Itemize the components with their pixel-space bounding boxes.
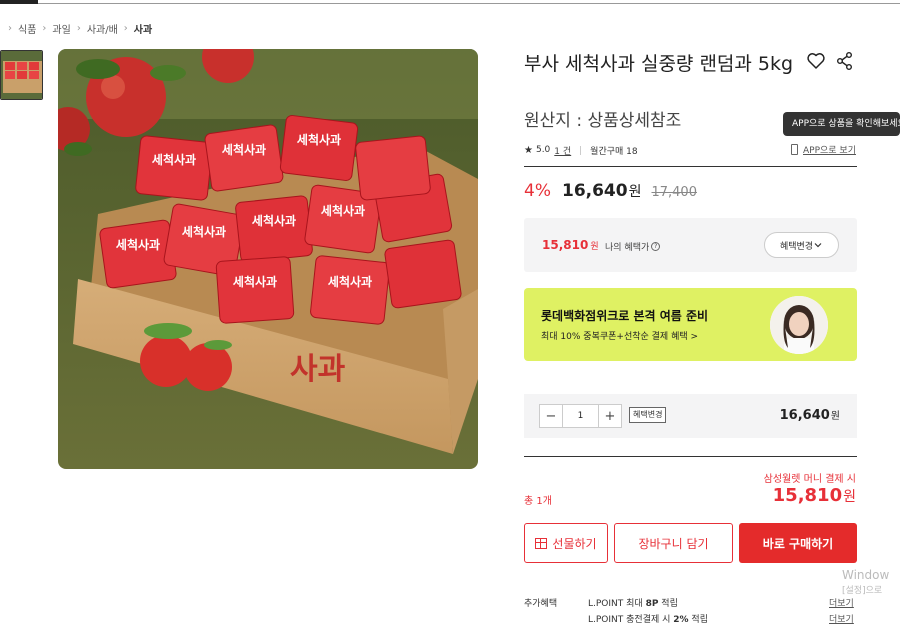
watermark-line: [설정]으로 (842, 586, 883, 596)
benefit-price-value: 15,810 (542, 238, 589, 252)
promo-title: 롯데백화점위크로 본격 여름 준비 (541, 309, 709, 323)
lpoint-benefit-1: L.POINT 최대 8P 적립 (588, 596, 678, 609)
quantity-plus-button[interactable]: + (599, 405, 621, 427)
gift-icon (535, 537, 548, 549)
divider (524, 166, 857, 167)
breadcrumb-item-fruit[interactable]: 과일 (52, 21, 70, 36)
box-label: 사과 (290, 352, 346, 387)
currency-unit: 원 (830, 411, 840, 422)
bag-label: 세척사과 (152, 152, 196, 167)
divider (524, 456, 857, 457)
quantity-stepper: − 1 + (539, 404, 622, 428)
sale-price-value: 16,640 (561, 181, 628, 201)
breadcrumb-item-food[interactable]: 식품 (18, 21, 36, 36)
share-icon[interactable] (835, 51, 855, 71)
app-view-link[interactable]: APP으로 보기 (791, 143, 856, 156)
benefit-text: 적립 (658, 599, 678, 609)
review-count-link[interactable]: 1 건 (554, 144, 571, 157)
add-to-cart-button[interactable]: 장바구니 담기 (614, 523, 733, 563)
heart-icon[interactable] (806, 51, 826, 71)
benefit-change-tag[interactable]: 혜택변경 (629, 407, 667, 423)
total-price: 15,810원 (773, 485, 856, 506)
line-price-value: 16,640 (779, 408, 830, 423)
info-icon[interactable]: ? (651, 242, 661, 251)
discount-rate: 4% (524, 181, 551, 201)
benefit-label-text: 나의 혜택가 (605, 243, 650, 253)
chevron-right-icon: › (8, 22, 12, 34)
bag-label: 세척사과 (328, 274, 372, 289)
promo-subtitle: 최대 10% 중복쿠폰+선착순 결제 혜택 > (541, 332, 699, 342)
product-origin: 원산지 : 상품상세참조 (524, 111, 682, 131)
windows-activation-watermark: Window [설정]으로 (842, 567, 889, 599)
breadcrumb-item-apple-pear[interactable]: 사과/배 (87, 21, 118, 36)
divider (580, 145, 582, 155)
breadcrumb-item-apple[interactable]: 사과 (134, 21, 152, 36)
top-rule-accent (0, 0, 38, 4)
bag-label: 세척사과 (252, 213, 296, 228)
product-thumbnail[interactable] (0, 50, 43, 100)
original-price: 17,400 (651, 185, 697, 200)
phone-icon (791, 144, 798, 155)
watermark-line: Window (842, 568, 890, 582)
app-view-label: APP으로 보기 (803, 146, 856, 156)
quantity-panel: − 1 + 혜택변경 16,640원 (524, 394, 857, 438)
top-rule-line (38, 3, 900, 4)
product-title: 부사 세척사과 실중량 랜덤과 5kg (524, 53, 794, 75)
total-price-value: 15,810 (772, 485, 843, 506)
total-count: 총 1개 (524, 496, 552, 507)
gift-button-label: 선물하기 (552, 536, 597, 551)
monthly-sales: 월간구매 18 (590, 146, 638, 157)
benefit-price: 15,810 원 (542, 238, 599, 252)
rating-row: ★ 5.0 1 건 월간구매 18 APP으로 보기 (524, 143, 856, 157)
bag-label: 세척사과 (321, 203, 365, 218)
price-row: 4% 16,640원 17,400 (524, 181, 697, 205)
benefit-amount: 8P (645, 599, 659, 609)
extra-benefit-label: 추가혜택 (524, 599, 558, 609)
product-main-image: 세척사과 세척사과 세척사과 세척사과 세척사과 세척사과 세척사과 세척사과 … (58, 49, 478, 469)
currency-unit: 원 (628, 184, 642, 200)
chevron-right-icon: › (42, 22, 47, 34)
benefit-text: 적립 (688, 615, 708, 625)
benefit-label: 나의 혜택가? (605, 240, 661, 253)
samsung-pay-note: 삼성월렛 머니 결제 시 (763, 474, 856, 485)
app-tooltip: APP으로 상품을 확인해보세요 (783, 112, 900, 136)
star-icon: ★ (524, 144, 533, 156)
chevron-right-icon: › (76, 22, 81, 34)
breadcrumb: › 식품 › 과일 › 사과/배 › 사과 (2, 20, 152, 36)
bag-label: 세척사과 (182, 224, 226, 239)
benefit-text: L.POINT 충전결제 시 (588, 615, 674, 625)
promo-banner[interactable]: 롯데백화점위크로 본격 여름 준비 최대 10% 중복쿠폰+선착순 결제 혜택 … (524, 288, 857, 361)
benefit-change-label: 혜택변경 (779, 241, 814, 252)
lpoint-benefit-2: L.POINT 충전결제 시 2% 적립 (588, 612, 708, 625)
buy-now-button[interactable]: 바로 구매하기 (739, 523, 857, 563)
promo-model-image (770, 296, 828, 354)
gift-button[interactable]: 선물하기 (524, 523, 608, 563)
bag-label: 세척사과 (233, 274, 277, 289)
benefit-amount: 2% (673, 615, 689, 625)
quantity-input[interactable]: 1 (562, 405, 599, 427)
bag-label: 세척사과 (297, 132, 341, 147)
top-rule (0, 0, 900, 4)
rating-score: 5.0 (535, 145, 551, 155)
quantity-minus-button[interactable]: − (540, 405, 562, 427)
benefit-text: L.POINT 최대 (588, 599, 646, 609)
chevron-right-icon: › (123, 22, 128, 34)
bag-label: 세척사과 (222, 142, 266, 157)
currency-unit: 원 (590, 242, 599, 252)
bag-label: 세척사과 (116, 237, 160, 252)
chevron-down-icon (814, 243, 822, 248)
benefit-panel: 15,810 원 나의 혜택가? 혜택변경 (524, 218, 857, 272)
more-link[interactable]: 더보기 (829, 612, 854, 625)
sale-price: 16,640원 (562, 181, 642, 201)
line-price: 16,640원 (780, 407, 840, 423)
currency-unit: 원 (843, 489, 856, 505)
benefit-change-button[interactable]: 혜택변경 (764, 232, 839, 258)
